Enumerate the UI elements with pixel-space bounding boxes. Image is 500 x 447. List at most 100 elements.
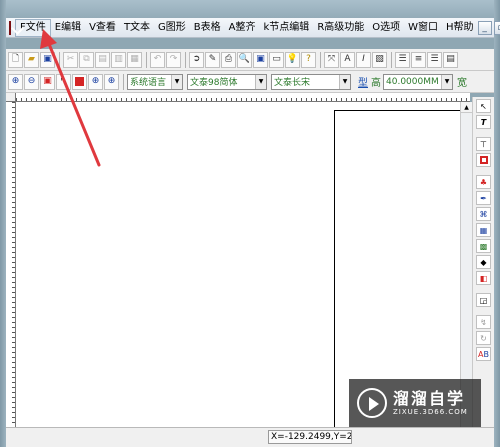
output-icon[interactable]: ▣ <box>253 51 268 68</box>
restore-icon[interactable]: ▫ <box>493 20 500 35</box>
minimize-icon[interactable]: _ <box>477 20 492 35</box>
menu-text[interactable]: T文本 <box>120 19 154 37</box>
text-tool-icon[interactable]: T <box>476 115 491 129</box>
align-left-icon[interactable]: ☰ <box>395 51 410 68</box>
table-icon[interactable]: ▦ <box>476 223 491 237</box>
font-type-button[interactable]: 型 <box>358 74 368 89</box>
print-icon[interactable]: ⎙ <box>221 51 236 68</box>
chinese-font-select[interactable]: 文泰98简体 ▼ <box>187 73 267 90</box>
import-icon[interactable]: ➲ <box>189 51 204 68</box>
menu-edit[interactable]: E编辑 <box>51 19 85 37</box>
open-folder-icon[interactable]: ▰ <box>24 51 39 68</box>
chevron-down-icon[interactable]: ▼ <box>255 74 266 89</box>
text-outline-icon[interactable]: A <box>340 51 355 68</box>
import-image-icon[interactable]: ◲ <box>476 293 491 307</box>
preview-icon[interactable]: 🔍 <box>237 51 252 68</box>
paste-icon[interactable]: ▤ <box>95 51 110 68</box>
screen-icon[interactable]: ▭ <box>269 51 284 68</box>
cut-icon[interactable]: ✂ <box>63 51 78 68</box>
node-edit-icon[interactable]: ⌘ <box>476 207 491 221</box>
chinese-font-value: 文泰98简体 <box>190 78 238 88</box>
fill-bucket-icon[interactable]: ◆ <box>476 255 491 269</box>
italic-icon[interactable]: I <box>356 51 371 68</box>
redo-icon[interactable]: ↷ <box>166 51 181 68</box>
lightbulb-icon[interactable]: 💡 <box>285 51 300 68</box>
toolbar-separator <box>320 51 321 68</box>
rectangle-icon[interactable] <box>476 153 491 167</box>
transform-icon[interactable]: ↻ <box>476 331 491 345</box>
format-toolbar: ⊕ ⊖ ▣ ↖ ⊕ ⊕ 系统语言 ▼ 文泰98简体 ▼ 文泰长宋 ▼ 型 高 4… <box>6 71 494 93</box>
language-select-value: 系统语言 <box>130 78 167 88</box>
zoom-selection-icon[interactable]: ⊕ <box>88 73 103 90</box>
play-logo-icon <box>357 388 387 418</box>
vertical-text-icon[interactable]: ⊤ <box>476 137 491 151</box>
node-tool-icon[interactable]: ⤧ <box>324 51 339 68</box>
vertical-ruler <box>6 102 16 427</box>
app-logo-icon[interactable] <box>9 20 11 35</box>
align-center-icon[interactable]: ≡ <box>411 51 426 68</box>
layers-icon[interactable]: ◧ <box>476 271 491 285</box>
new-file-icon[interactable]: 🗋 <box>8 51 23 68</box>
standard-toolbar: 🗋 ▰ ▣ ✂ ⧉ ▤ ▥ ▦ ↶ ↷ ➲ ✎ ⎙ 🔍 ▣ ▭ 💡 ? ⤧ A … <box>6 49 494 71</box>
align-right-icon[interactable]: ☰ <box>427 51 442 68</box>
trace-icon[interactable]: ↯ <box>476 315 491 329</box>
save-icon[interactable]: ▣ <box>40 51 55 68</box>
tool-palette: ↖ T ⊤ ♣ ✒ ⌘ ▦ ▩ ◆ ◧ ◲ ↯ ↻ AB <box>472 97 494 427</box>
toolbar-separator <box>185 51 186 68</box>
status-bar: X=-129.2499,Y=2( <box>6 427 494 447</box>
menu-view[interactable]: V查看 <box>85 19 120 37</box>
copy-icon[interactable]: ⧉ <box>79 51 94 68</box>
menu-align[interactable]: A整齐 <box>225 19 260 37</box>
watermark: 溜溜自学 ZIXUE.3D66.COM <box>349 379 481 427</box>
fill-color-icon[interactable] <box>72 73 87 90</box>
chevron-down-icon[interactable]: ▼ <box>171 74 182 89</box>
ruler-corner <box>6 93 16 102</box>
window-title-bar <box>0 0 500 18</box>
height-value: 40.0000MM <box>386 76 439 87</box>
edit-text-icon[interactable]: ✎ <box>205 51 220 68</box>
cursor-coordinates: X=-129.2499,Y=2( <box>268 430 352 444</box>
menu-table[interactable]: B表格 <box>190 19 225 37</box>
menu-advanced[interactable]: R高级功能 <box>313 19 368 37</box>
window-frame-right <box>494 0 500 447</box>
watermark-url: ZIXUE.3D66.COM <box>393 408 468 416</box>
menu-window[interactable]: W窗口 <box>404 19 442 37</box>
chevron-down-icon[interactable]: ▼ <box>441 74 452 89</box>
justify-icon[interactable]: ▤ <box>443 51 458 68</box>
select-tool-icon[interactable]: ↖ <box>56 73 71 90</box>
menu-help[interactable]: H帮助 <box>442 19 478 37</box>
width-label: 宽 <box>457 78 467 89</box>
undo-icon[interactable]: ↶ <box>150 51 165 68</box>
zoom-out-icon[interactable]: ⊖ <box>24 73 39 90</box>
pen-icon[interactable]: ✒ <box>476 191 491 205</box>
toolbar-separator <box>146 51 147 68</box>
ab-text-icon[interactable]: AB <box>476 347 491 361</box>
chevron-down-icon[interactable]: ▼ <box>339 74 350 89</box>
zoom-page-icon[interactable]: ▣ <box>40 73 55 90</box>
watermark-brand: 溜溜自学 <box>393 389 466 408</box>
menu-options[interactable]: O选项 <box>368 19 404 37</box>
help-question-icon[interactable]: ? <box>301 51 316 68</box>
menu-graphics[interactable]: G图形 <box>154 19 190 37</box>
clone-icon[interactable]: ▦ <box>127 51 142 68</box>
zoom-in-icon[interactable]: ⊕ <box>8 73 23 90</box>
menu-bar: F文件 E编辑 V查看 T文本 G图形 B表格 A整齐 k节点编辑 R高级功能 … <box>6 18 500 38</box>
window-controls: _ ▫ <box>477 20 500 35</box>
color-grid-icon[interactable]: ▩ <box>476 239 491 253</box>
english-font-select[interactable]: 文泰长宋 ▼ <box>271 73 351 90</box>
toolbar-separator <box>391 51 392 68</box>
pointer-icon[interactable]: ↖ <box>476 99 491 113</box>
paste-special-icon[interactable]: ▥ <box>111 51 126 68</box>
zoom-fit-icon[interactable]: ⊕ <box>104 73 119 90</box>
height-input[interactable]: 40.0000MM ▼ <box>383 73 453 90</box>
language-select[interactable]: 系统语言 ▼ <box>127 73 183 90</box>
height-label: 高 <box>371 78 381 89</box>
menu-node-edit[interactable]: k节点编辑 <box>260 19 314 37</box>
horizontal-ruler <box>16 93 470 102</box>
english-font-value: 文泰长宋 <box>274 78 311 88</box>
text-frame-icon[interactable]: ▧ <box>372 51 387 68</box>
toolbar-separator <box>123 73 124 90</box>
scroll-up-icon[interactable]: ▲ <box>461 102 472 113</box>
toolbar-separator <box>59 51 60 68</box>
shapes-icon[interactable]: ♣ <box>476 175 491 189</box>
